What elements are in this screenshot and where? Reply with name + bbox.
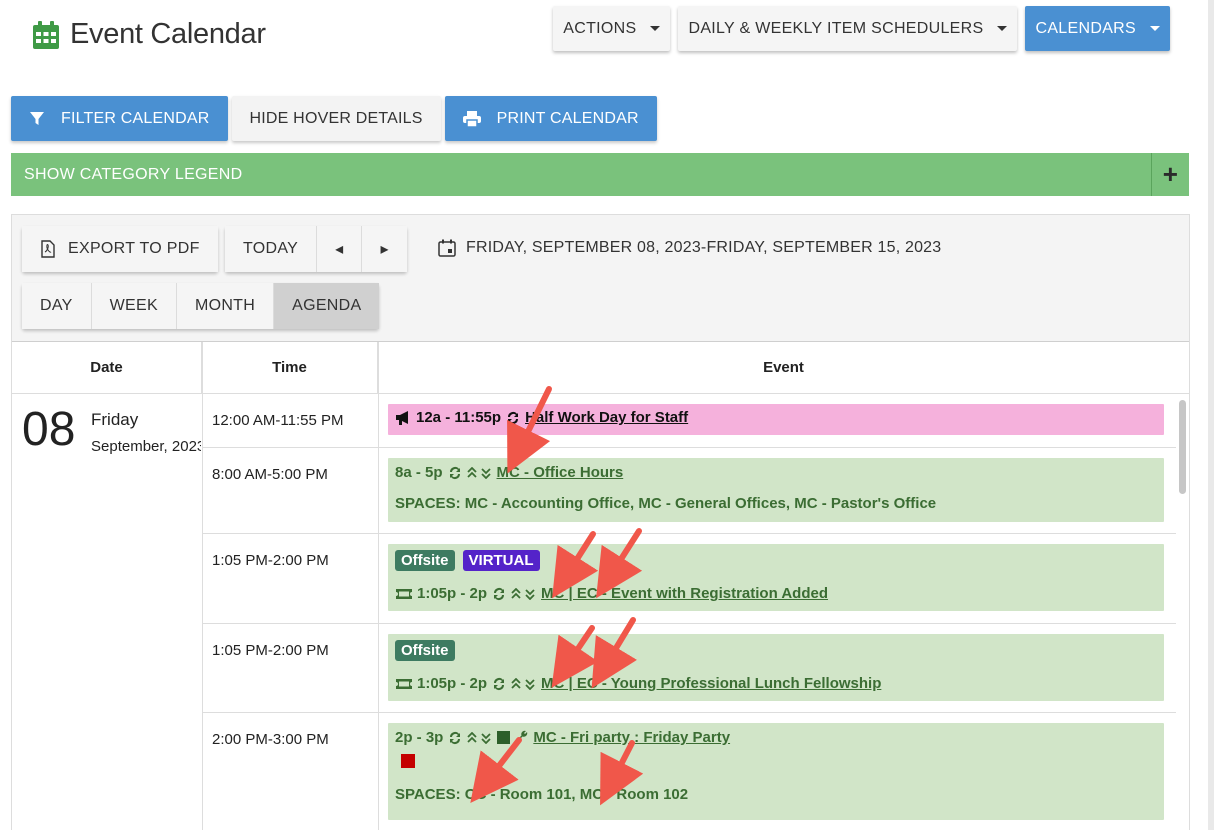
event-item[interactable]: Offsite VIRTUAL 1:05p - 2p MC | EC - Eve… — [388, 544, 1164, 611]
event-title-link[interactable]: MC - Fri party : Friday Party — [533, 729, 730, 746]
date-range-text: FRIDAY, SEPTEMBER 08, 2023-FRIDAY, SEPTE… — [466, 239, 942, 256]
hide-hover-details-button[interactable]: HIDE HOVER DETAILS — [231, 96, 441, 141]
view-week-button[interactable]: WEEK — [91, 283, 177, 329]
page-header: Event Calendar — [32, 18, 266, 51]
square-icon — [497, 731, 511, 744]
view-agenda-button[interactable]: AGENDA — [274, 283, 380, 329]
page-scrollbar[interactable] — [1208, 0, 1214, 830]
view-month-button[interactable]: MONTH — [176, 283, 275, 329]
actions-label: ACTIONS — [563, 19, 637, 37]
legend-label: SHOW CATEGORY LEGEND — [24, 165, 243, 183]
actions-dropdown[interactable]: ACTIONS — [553, 6, 671, 51]
wrench-icon — [514, 730, 529, 745]
hide-hover-label: HIDE HOVER DETAILS — [249, 109, 423, 127]
recurring-icon — [447, 465, 463, 481]
time-cell: 1:05 PM-2:00 PM — [212, 552, 329, 569]
row-divider — [202, 623, 1176, 624]
virtual-badge: VIRTUAL — [462, 550, 540, 571]
calendars-dropdown[interactable]: CALENDARS — [1025, 6, 1170, 51]
time-cell: 1:05 PM-2:00 PM — [212, 642, 329, 659]
next-button[interactable]: ▸ — [362, 226, 407, 272]
schedulers-dropdown[interactable]: DAILY & WEEKLY ITEM SCHEDULERS — [678, 6, 1018, 51]
offsite-badge: Offsite — [395, 640, 455, 661]
schedulers-label: DAILY & WEEKLY ITEM SCHEDULERS — [688, 19, 984, 37]
day-month-year: September, 2023 — [91, 438, 201, 455]
pdf-icon — [41, 240, 55, 258]
day-number: 08 — [22, 403, 76, 456]
expand-icon[interactable] — [467, 731, 493, 744]
event-time: 12a - 11:55p — [416, 409, 502, 426]
chevron-down-icon — [997, 26, 1008, 31]
print-calendar-button[interactable]: PRINT CALENDAR — [444, 96, 657, 141]
date-icon — [438, 239, 456, 257]
prev-button[interactable]: ◂ — [317, 226, 363, 272]
megaphone-icon — [395, 410, 412, 425]
event-item[interactable]: 8a - 5p MC - Office Hours SPACES: MC - A… — [388, 458, 1164, 522]
event-item[interactable]: 2p - 3p MC - Fri party : Friday Party SP… — [388, 723, 1164, 820]
event-time: 8a - 5p — [395, 464, 443, 481]
export-label: EXPORT TO PDF — [68, 240, 200, 257]
event-time: 2p - 3p — [395, 729, 444, 746]
time-column-header: Time — [202, 342, 378, 394]
nav-group: TODAY ◂ ▸ — [225, 226, 407, 272]
row-divider — [202, 447, 1176, 448]
event-item[interactable]: 12a - 11:55p Half Work Day for Staff — [388, 404, 1164, 435]
chevron-down-icon — [1150, 26, 1160, 31]
export-group: EXPORT TO PDF — [22, 226, 218, 272]
action-buttons: FILTER CALENDAR HIDE HOVER DETAILS PRINT… — [11, 96, 657, 141]
expand-icon[interactable] — [466, 466, 493, 479]
filter-calendar-label: FILTER CALENDAR — [61, 109, 210, 127]
filter-icon — [29, 111, 45, 127]
plus-icon[interactable]: + — [1151, 153, 1189, 196]
row-divider — [202, 533, 1176, 534]
event-spaces: SPACES: MC - Accounting Office, MC - Gen… — [395, 495, 937, 512]
chevron-down-icon — [650, 26, 661, 31]
day-weekday: Friday — [91, 410, 139, 429]
category-color-square — [401, 754, 415, 768]
filter-calendar-button[interactable]: FILTER CALENDAR — [11, 96, 228, 141]
column-divider — [202, 342, 203, 830]
ticket-icon — [395, 588, 413, 600]
event-title-link[interactable]: MC | EC - Event with Registration Added — [541, 585, 828, 602]
print-calendar-label: PRINT CALENDAR — [496, 109, 639, 127]
top-menu: ACTIONS DAILY & WEEKLY ITEM SCHEDULERS C… — [553, 6, 1170, 51]
calendar-icon — [33, 20, 59, 49]
recurring-icon — [491, 586, 507, 602]
event-title-link[interactable]: Half Work Day for Staff — [525, 409, 688, 426]
recurring-icon — [505, 410, 521, 426]
export-pdf-button[interactable]: EXPORT TO PDF — [22, 226, 218, 272]
scroll-thumb[interactable] — [1179, 400, 1186, 494]
view-switcher: DAY WEEK MONTH AGENDA — [22, 283, 380, 329]
event-column-header: Event — [378, 342, 1189, 394]
page-title: Event Calendar — [70, 18, 266, 50]
print-icon — [462, 110, 481, 127]
event-calendar-page: Event Calendar ACTIONS DAILY & WEEKLY IT… — [0, 0, 1214, 830]
time-cell: 8:00 AM-5:00 PM — [212, 466, 328, 483]
event-item[interactable]: Offsite 1:05p - 2p MC | EC - Young Profe… — [388, 634, 1164, 701]
date-column-header: Date — [12, 342, 202, 394]
event-time: 1:05p - 2p — [417, 585, 488, 602]
view-day-button[interactable]: DAY — [22, 283, 92, 329]
event-title-link[interactable]: MC - Office Hours — [497, 464, 624, 481]
recurring-icon — [447, 730, 463, 746]
today-button[interactable]: TODAY — [225, 226, 318, 272]
row-divider — [202, 712, 1176, 713]
expand-icon[interactable] — [511, 587, 537, 600]
event-time: 1:05p - 2p — [417, 675, 488, 692]
ticket-icon — [395, 678, 413, 690]
time-cell: 2:00 PM-3:00 PM — [212, 731, 329, 748]
agenda-scrollbar[interactable] — [1178, 394, 1188, 830]
agenda-table: Date Time Event 08 Friday September, 202… — [12, 341, 1189, 830]
date-range: FRIDAY, SEPTEMBER 08, 2023-FRIDAY, SEPTE… — [438, 239, 941, 257]
category-legend-toggle[interactable]: SHOW CATEGORY LEGEND + — [11, 153, 1189, 196]
recurring-icon — [491, 676, 507, 692]
time-cell: 12:00 AM-11:55 PM — [212, 412, 344, 429]
event-title-link[interactable]: MC | EC - Young Professional Lunch Fello… — [541, 675, 881, 692]
calendars-label: CALENDARS — [1035, 19, 1136, 37]
calendar-panel: EXPORT TO PDF TODAY ◂ ▸ FRIDAY, SEPTEMBE… — [11, 214, 1190, 830]
expand-icon[interactable] — [511, 677, 537, 690]
event-spaces: SPACES: CC - Room 101, MC - Room 102 — [395, 786, 689, 803]
column-divider — [378, 342, 379, 830]
offsite-badge: Offsite — [395, 550, 455, 571]
